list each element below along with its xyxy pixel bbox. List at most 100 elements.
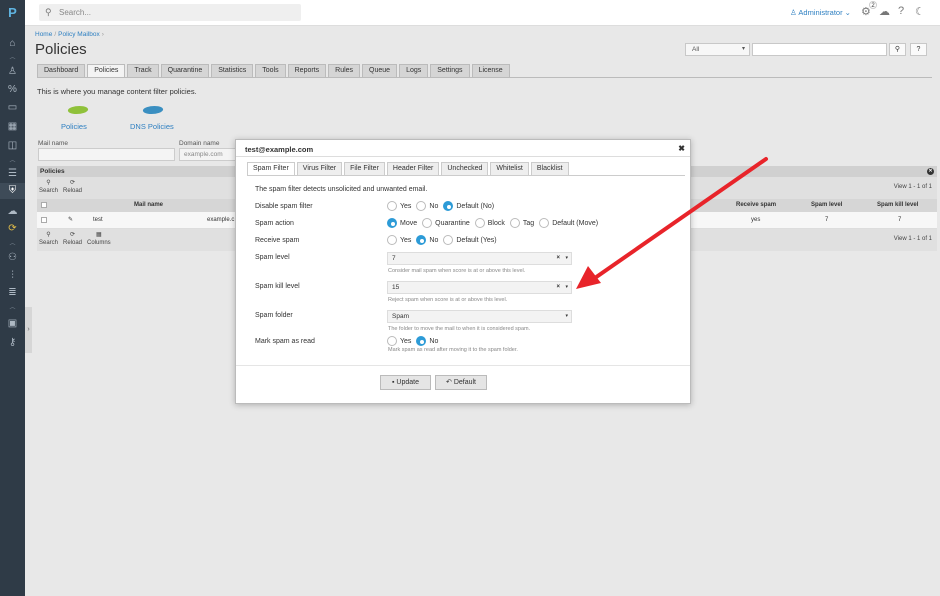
sidebar-collapse-handle[interactable]: › [25,307,32,353]
dialog-tab-unchecked[interactable]: Unchecked [441,162,489,176]
update-button[interactable]: ▪ Update [380,375,431,390]
clear-icon[interactable]: × [556,282,560,293]
find-button[interactable]: ⚲ [889,43,906,56]
dialog-tab-header-filter[interactable]: Header Filter [386,162,440,176]
disable-spam-filter-radio-0[interactable] [387,201,397,211]
receive-spam-option-label[interactable]: Default (Yes) [456,237,496,244]
dialog-tab-spam-filter[interactable]: Spam Filter [247,162,295,176]
col-receive-spam[interactable]: Receive spam [736,202,776,208]
tab-reports[interactable]: Reports [287,64,327,78]
spam-folder-select[interactable]: Spam ▾ [387,310,572,323]
mark-spam-as-read-option-label[interactable]: Yes [400,338,411,345]
receive-spam-option-label[interactable]: Yes [400,237,411,244]
network-icon[interactable]: ⚇ [0,252,25,264]
help-button[interactable]: ? [910,43,927,56]
grid-columns-button[interactable]: ▦ Columns [87,231,111,247]
cloud-icon[interactable]: ☁ [0,206,25,218]
col-spam-kill-level[interactable]: Spam kill level [877,202,918,208]
user-menu[interactable]: ♙ Administrator ⌄ [790,8,851,17]
domain-name-input[interactable]: example.com [179,148,239,161]
spam-kill-level-select[interactable]: 15 × ▾ [387,281,572,294]
briefcase-icon[interactable]: ▣ [0,318,25,330]
spam-action-option-label[interactable]: Tag [523,220,534,227]
grid-icon[interactable]: ▦ [0,121,25,133]
mark-spam-as-read-option-label[interactable]: No [429,338,438,345]
chevron-up-icon[interactable]: ︿ [0,302,25,311]
tab-quarantine[interactable]: Quarantine [160,64,210,78]
breadcrumb-home[interactable]: Home [35,31,52,38]
spam-action-radio-3[interactable] [509,218,520,228]
spam-action-radio-2[interactable] [474,218,485,228]
filter-select[interactable]: All ▾ [685,43,750,56]
receive-spam-radio-1[interactable] [416,235,427,245]
policies-icon[interactable] [66,106,90,114]
grid-reload-button[interactable]: ⟳ Reload [63,231,82,247]
spam-action-radio-1[interactable] [422,218,433,228]
dialog-tab-blacklist[interactable]: Blacklist [530,162,569,176]
chevron-up-icon[interactable]: ︿ [0,238,25,247]
key-icon[interactable]: ⚷ [0,337,25,349]
sync-icon[interactable]: ⟳ [0,223,25,235]
spam-level-select[interactable]: 7 × ▾ [387,252,572,265]
pencil-icon[interactable]: ✎ [68,216,73,223]
spam-action-option-label[interactable]: Move [400,220,417,227]
mark-spam-as-read-radio-1[interactable] [416,336,427,346]
tab-rules[interactable]: Rules [328,64,361,78]
disable-spam-filter-radio-1[interactable] [416,201,427,211]
receive-spam-radio-0[interactable] [387,235,397,245]
dns-policies-icon[interactable] [141,106,165,114]
global-search-input[interactable]: ⚲ Search... [39,4,301,21]
app-logo[interactable]: P [0,0,25,26]
disable-spam-filter-option-label[interactable]: Yes [400,203,411,210]
spam-action-option-label[interactable]: Quarantine [435,220,470,227]
chevron-up-icon[interactable]: ︿ [0,155,25,164]
row-checkbox[interactable] [41,217,47,223]
select-all-checkbox[interactable] [41,202,47,208]
close-icon[interactable]: ✖ [678,144,685,153]
sliders-icon[interactable]: ⫶ [0,270,25,282]
user-icon[interactable]: ♙ [0,66,25,78]
grid-reload-button[interactable]: ⟳ Reload [63,179,82,195]
dialog-tab-file-filter[interactable]: File Filter [344,162,385,176]
policies-link[interactable]: Policies [61,122,87,131]
spam-action-option-label[interactable]: Block [488,220,505,227]
close-icon[interactable]: ✕ [927,168,934,175]
tab-track[interactable]: Track [127,64,159,78]
dialog-tab-virus-filter[interactable]: Virus Filter [296,162,343,176]
tab-queue[interactable]: Queue [362,64,398,78]
tab-dashboard[interactable]: Dashboard [37,64,86,78]
spam-action-radio-0[interactable] [387,218,397,228]
receive-spam-radio-2[interactable] [443,235,454,245]
home-icon[interactable]: ⌂ [0,38,25,50]
clear-icon[interactable]: × [556,253,560,264]
grid-search-button[interactable]: ⚲ Search [39,179,58,195]
disable-spam-filter-option-label[interactable]: No [429,203,438,210]
breadcrumb-current[interactable]: Policy Mailbox [58,31,100,38]
col-mail-name[interactable]: Mail name [134,202,163,208]
mail-name-input[interactable] [38,148,175,161]
help-icon[interactable]: ? [898,5,904,17]
receive-spam-option-label[interactable]: No [429,237,438,244]
col-spam-level[interactable]: Spam level [811,202,842,208]
mark-spam-as-read-radio-0[interactable] [387,336,397,346]
grid-search-button[interactable]: ⚲ Search [39,231,58,247]
percent-icon[interactable]: % [0,84,25,96]
mail-shield-icon[interactable]: ⛨ [0,183,25,199]
dns-policies-link[interactable]: DNS Policies [130,122,174,131]
chevron-up-icon[interactable]: ︿ [0,52,25,61]
disable-spam-filter-option-label[interactable]: Default (No) [456,203,494,210]
default-button[interactable]: ↶ Default [435,375,487,390]
list-icon[interactable]: ☰ [0,168,25,180]
disable-spam-filter-radio-2[interactable] [443,201,454,211]
tab-tools[interactable]: Tools [255,64,286,78]
tab-settings[interactable]: Settings [430,64,470,78]
tab-license[interactable]: License [471,64,510,78]
filter-input[interactable] [752,43,887,56]
spam-action-option-label[interactable]: Default (Move) [552,220,598,227]
moon-icon[interactable]: ☾ [915,5,925,18]
tab-policies[interactable]: Policies [87,64,126,78]
tab-statistics[interactable]: Statistics [211,64,254,78]
layers-icon[interactable]: ≣ [0,287,25,299]
monitor-icon[interactable]: ▭ [0,102,25,114]
cloud-icon[interactable]: ☁ [879,5,890,18]
